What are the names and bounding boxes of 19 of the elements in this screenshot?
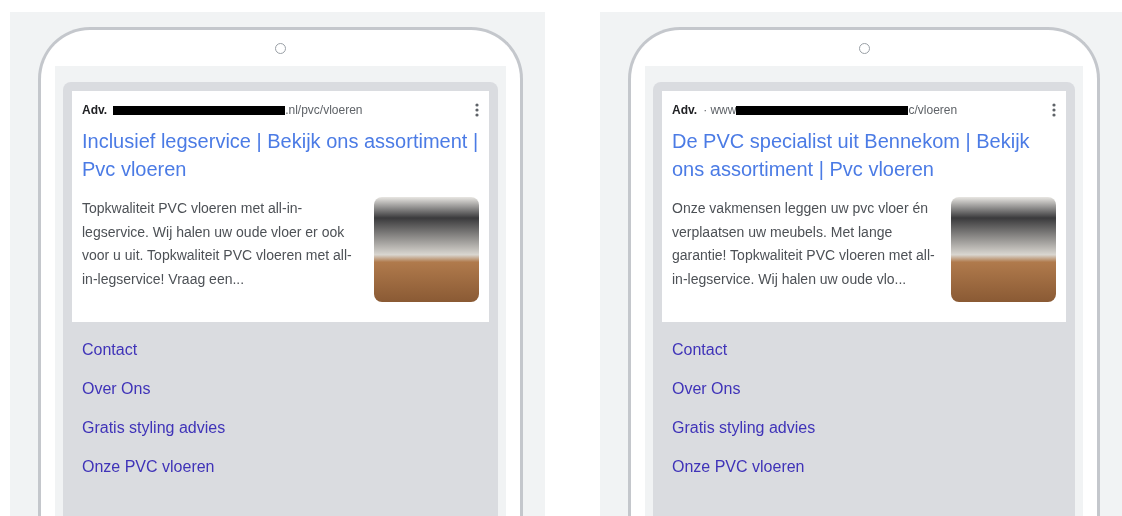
- sitelink[interactable]: Onze PVC vloeren: [672, 447, 1056, 486]
- ad-label: Adv.: [82, 103, 108, 117]
- ad-description: Onze vakmensen leggen uw pvc vloer én verplaatsen uw meubels. Met lange garantie! Topkwaliteit PVC vloeren met all-in-legservice. Wij halen uw oude vlo...: [672, 199, 936, 289]
- ad-headline-link[interactable]: De PVC specialist uit Bennekom | Bekijk ons assortiment | Pvc vloeren: [672, 127, 1056, 183]
- sitelink[interactable]: Over Ons: [82, 369, 479, 408]
- ad-description: Topkwaliteit PVC vloeren met all-in-legservice. Wij halen uw oude vloer er ook voor u uit. Topkwaliteit PVC vloeren met all-in-legservice! Vraag een...: [82, 199, 353, 289]
- more-options-icon[interactable]: [1052, 103, 1056, 117]
- sitelink[interactable]: Onze PVC vloeren: [82, 447, 479, 486]
- ad-label: Adv.: [672, 103, 698, 117]
- ad-headline-link[interactable]: Inclusief legservice | Bekijk ons assortiment | Pvc vloeren: [82, 127, 479, 183]
- ad-url: .nl/pvc/vloeren: [285, 103, 363, 117]
- sitelink[interactable]: Contact: [82, 330, 479, 369]
- sitelink[interactable]: Gratis styling advies: [82, 408, 479, 447]
- sitelink[interactable]: Over Ons: [672, 369, 1056, 408]
- more-options-icon[interactable]: [475, 103, 479, 117]
- ad-url-prefix: · www: [703, 103, 737, 117]
- ad-url: c/vloeren: [908, 103, 958, 117]
- sitelink[interactable]: Gratis styling advies: [672, 408, 1056, 447]
- sitelink[interactable]: Contact: [672, 330, 1056, 369]
